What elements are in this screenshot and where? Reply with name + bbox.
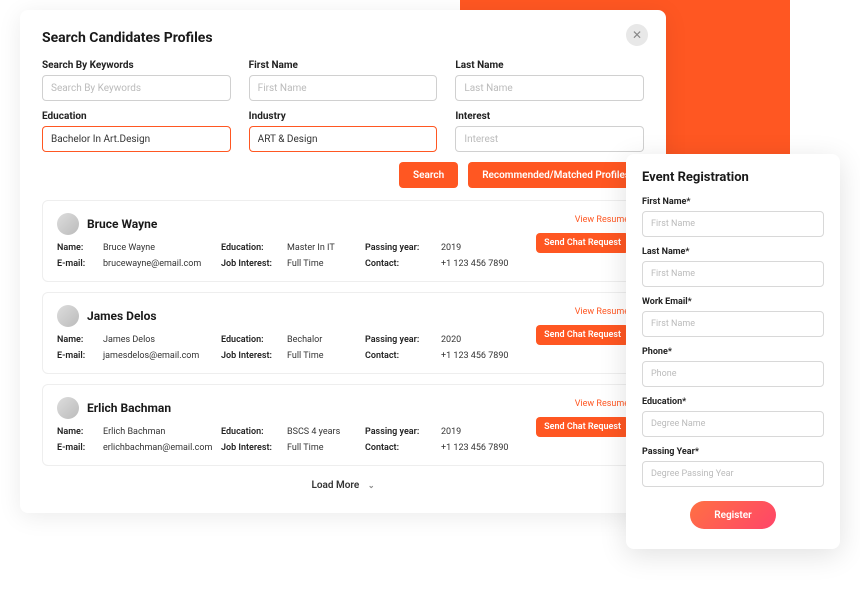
reg-passing-year-label: Passing Year* <box>642 447 824 457</box>
event-registration-panel: Event Registration First Name* Last Name… <box>626 154 840 549</box>
candidate-card: Erlich BachmanName:Erlich BachmanEducati… <box>42 384 644 466</box>
send-chat-button[interactable]: Send Chat Request <box>536 233 629 253</box>
reg-last-name-input[interactable] <box>642 261 824 287</box>
candidate-card: Bruce WayneName:Bruce WayneEducation:Mas… <box>42 200 644 282</box>
reg-last-name-label: Last Name* <box>642 247 824 257</box>
search-panel-title: Search Candidates Profiles <box>42 30 644 46</box>
last-name-label: Last Name <box>455 60 644 71</box>
candidate-list: Bruce WayneName:Bruce WayneEducation:Mas… <box>42 200 644 466</box>
load-more-button[interactable]: Load More ⌄ <box>42 476 644 495</box>
reg-passing-year-input[interactable] <box>642 461 824 487</box>
interest-input[interactable] <box>455 126 644 152</box>
candidate-name: Erlich Bachman <box>87 401 171 415</box>
search-button[interactable]: Search <box>399 162 458 188</box>
close-button[interactable]: ✕ <box>626 24 648 46</box>
avatar <box>57 397 79 419</box>
close-icon: ✕ <box>632 28 642 42</box>
search-candidates-panel: Search Candidates Profiles ✕ Search By K… <box>20 10 666 513</box>
view-resume-link[interactable]: View Resume <box>575 215 629 225</box>
registration-title: Event Registration <box>642 170 824 185</box>
avatar <box>57 305 79 327</box>
view-resume-link[interactable]: View Resume <box>575 399 629 409</box>
candidate-name: James Delos <box>87 309 157 323</box>
candidate-name: Bruce Wayne <box>87 217 157 231</box>
education-input[interactable] <box>42 126 231 152</box>
keywords-input[interactable] <box>42 75 231 101</box>
reg-first-name-input[interactable] <box>642 211 824 237</box>
industry-label: Industry <box>249 111 438 122</box>
first-name-label: First Name <box>249 60 438 71</box>
chevron-down-icon: ⌄ <box>368 481 375 490</box>
reg-education-input[interactable] <box>642 411 824 437</box>
send-chat-button[interactable]: Send Chat Request <box>536 325 629 345</box>
reg-work-email-input[interactable] <box>642 311 824 337</box>
send-chat-button[interactable]: Send Chat Request <box>536 417 629 437</box>
view-resume-link[interactable]: View Resume <box>575 307 629 317</box>
reg-education-label: Education* <box>642 397 824 407</box>
candidate-card: James DelosName:James DelosEducation:Bec… <box>42 292 644 374</box>
interest-label: Interest <box>455 111 644 122</box>
reg-phone-label: Phone* <box>642 347 824 357</box>
reg-first-name-label: First Name* <box>642 197 824 207</box>
education-label: Education <box>42 111 231 122</box>
last-name-input[interactable] <box>455 75 644 101</box>
avatar <box>57 213 79 235</box>
recommended-button[interactable]: Recommended/Matched Profiles <box>468 162 644 188</box>
keywords-label: Search By Keywords <box>42 60 231 71</box>
industry-input[interactable] <box>249 126 438 152</box>
register-button[interactable]: Register <box>690 501 776 529</box>
first-name-input[interactable] <box>249 75 438 101</box>
load-more-label: Load More <box>311 480 359 491</box>
reg-work-email-label: Work Email* <box>642 297 824 307</box>
reg-phone-input[interactable] <box>642 361 824 387</box>
